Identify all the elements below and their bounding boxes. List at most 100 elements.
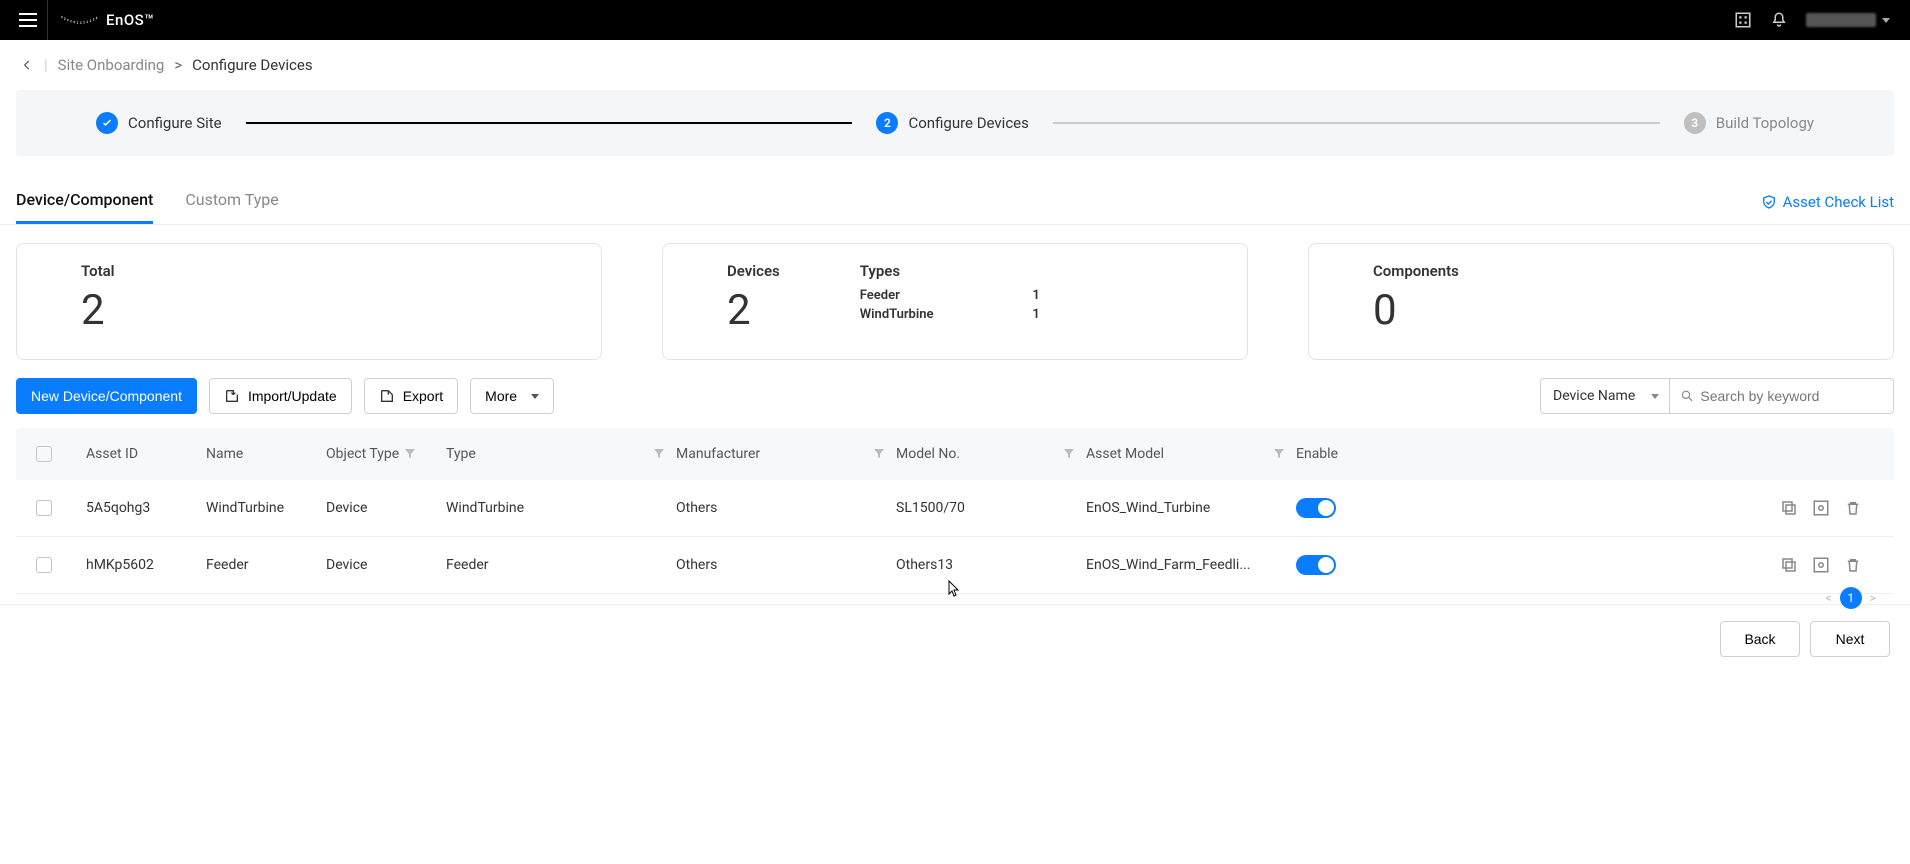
table-row: 5A5qohg3 WindTurbine Device WindTurbine … bbox=[16, 480, 1894, 537]
import-button[interactable]: Import/Update bbox=[209, 378, 352, 414]
step-configure-site[interactable]: Configure Site bbox=[96, 112, 222, 134]
breadcrumb-current: Configure Devices bbox=[192, 56, 312, 74]
button-label: Export bbox=[403, 388, 443, 404]
view-icon[interactable] bbox=[1812, 499, 1830, 517]
copy-icon[interactable] bbox=[1780, 499, 1798, 517]
cell-model-no: SL1500/70 bbox=[896, 500, 1086, 516]
search-input[interactable] bbox=[1700, 388, 1883, 404]
type-name: Feeder bbox=[860, 288, 900, 303]
page-prev-icon[interactable]: < bbox=[1826, 591, 1832, 605]
filter-icon[interactable] bbox=[874, 449, 884, 459]
stat-total-card: Total 2 bbox=[16, 243, 602, 360]
type-count: 1 bbox=[1032, 307, 1039, 322]
asset-check-label: Asset Check List bbox=[1783, 193, 1894, 211]
chevron-right-icon: > bbox=[174, 56, 182, 74]
filter-icon[interactable] bbox=[1064, 449, 1074, 459]
search-box[interactable] bbox=[1670, 378, 1894, 414]
enable-toggle[interactable] bbox=[1296, 498, 1336, 518]
chevron-down-icon bbox=[531, 394, 539, 399]
footer-bar: < 1 > Back Next bbox=[0, 604, 1910, 673]
cell-object-type: Device bbox=[326, 557, 446, 573]
stat-devices-card: Devices 2 Types Feeder 1 WindTurbine 1 bbox=[662, 243, 1248, 360]
app-grid-icon[interactable] bbox=[1734, 11, 1752, 29]
delete-icon[interactable] bbox=[1844, 499, 1862, 517]
menu-button[interactable] bbox=[8, 0, 48, 40]
topbar-left: EnOS™ bbox=[8, 0, 154, 40]
col-asset-id[interactable]: Asset ID bbox=[86, 446, 206, 462]
button-label: More bbox=[485, 388, 517, 404]
cell-name: WindTurbine bbox=[206, 500, 326, 516]
cell-type: WindTurbine bbox=[446, 500, 676, 516]
back-button[interactable]: Back bbox=[1720, 621, 1800, 657]
type-name: WindTurbine bbox=[860, 307, 934, 322]
breadcrumb-parent[interactable]: Site Onboarding bbox=[58, 56, 165, 74]
search-icon bbox=[1680, 388, 1694, 404]
cell-asset-model: EnOS_Wind_Turbine bbox=[1086, 500, 1296, 516]
cell-manufacturer: Others bbox=[676, 557, 896, 573]
type-row: WindTurbine 1 bbox=[860, 305, 1040, 324]
button-label: Next bbox=[1836, 631, 1865, 647]
page-next-icon[interactable]: > bbox=[1870, 591, 1876, 605]
logo-swoosh-icon bbox=[60, 13, 100, 27]
type-row: Feeder 1 bbox=[860, 286, 1040, 305]
tab-custom-type[interactable]: Custom Type bbox=[185, 180, 278, 224]
bell-icon[interactable] bbox=[1770, 11, 1788, 29]
types-heading: Types bbox=[860, 262, 1040, 280]
page-number[interactable]: 1 bbox=[1840, 587, 1862, 609]
select-all-checkbox[interactable] bbox=[36, 446, 52, 462]
export-button[interactable]: Export bbox=[364, 378, 458, 414]
col-enable[interactable]: Enable bbox=[1296, 446, 1416, 462]
button-label: Back bbox=[1744, 631, 1775, 647]
search-field-select[interactable]: Device Name bbox=[1540, 378, 1670, 414]
col-manufacturer[interactable]: Manufacturer bbox=[676, 446, 896, 462]
tabs-row: Device/Component Custom Type Asset Check… bbox=[0, 180, 1910, 225]
enable-toggle[interactable] bbox=[1296, 555, 1336, 575]
row-checkbox[interactable] bbox=[36, 500, 52, 516]
types-block: Types Feeder 1 WindTurbine 1 bbox=[860, 262, 1040, 324]
col-type[interactable]: Type bbox=[446, 446, 676, 462]
col-name[interactable]: Name bbox=[206, 446, 326, 462]
asset-check-list-link[interactable]: Asset Check List bbox=[1761, 193, 1894, 211]
import-icon bbox=[224, 388, 240, 404]
brand-logo[interactable]: EnOS™ bbox=[60, 11, 154, 29]
filter-icon[interactable] bbox=[405, 449, 415, 459]
check-circle-icon bbox=[96, 112, 118, 134]
brand-text: EnOS™ bbox=[106, 11, 154, 29]
tabs: Device/Component Custom Type bbox=[16, 180, 279, 224]
view-icon[interactable] bbox=[1812, 556, 1830, 574]
shield-check-icon bbox=[1761, 194, 1777, 210]
chevron-down-icon bbox=[1882, 18, 1890, 23]
new-device-button[interactable]: New Device/Component bbox=[16, 378, 197, 414]
breadcrumb: | Site Onboarding > Configure Devices bbox=[0, 40, 1910, 90]
step-label: Build Topology bbox=[1716, 114, 1814, 132]
col-object-type[interactable]: Object Type bbox=[326, 446, 446, 462]
step-build-topology[interactable]: 3 Build Topology bbox=[1684, 112, 1814, 134]
filter-icon[interactable] bbox=[1274, 449, 1284, 459]
copy-icon[interactable] bbox=[1780, 556, 1798, 574]
tab-device-component[interactable]: Device/Component bbox=[16, 180, 153, 224]
page-body: | Site Onboarding > Configure Devices Co… bbox=[0, 40, 1910, 673]
next-button[interactable]: Next bbox=[1810, 621, 1890, 657]
pagination: < 1 > bbox=[1826, 587, 1876, 609]
topbar: EnOS™ bbox=[0, 0, 1910, 40]
stat-value: 2 bbox=[81, 286, 537, 335]
user-menu[interactable] bbox=[1806, 13, 1890, 27]
step-number: 2 bbox=[876, 112, 898, 134]
step-configure-devices[interactable]: 2 Configure Devices bbox=[876, 112, 1028, 134]
filter-icon[interactable] bbox=[654, 449, 664, 459]
col-model-no[interactable]: Model No. bbox=[896, 446, 1086, 462]
topbar-right bbox=[1734, 11, 1902, 29]
more-button[interactable]: More bbox=[470, 378, 554, 414]
delete-icon[interactable] bbox=[1844, 556, 1862, 574]
stat-value: 2 bbox=[727, 286, 780, 335]
cell-manufacturer: Others bbox=[676, 500, 896, 516]
row-checkbox[interactable] bbox=[36, 557, 52, 573]
stat-label: Total bbox=[81, 262, 537, 280]
steps-bar: Configure Site 2 Configure Devices 3 Bui… bbox=[16, 90, 1894, 156]
type-count: 1 bbox=[1032, 288, 1039, 303]
cell-type: Feeder bbox=[446, 557, 676, 573]
back-icon[interactable] bbox=[20, 58, 34, 72]
table-header: Asset ID Name Object Type Type Manufactu… bbox=[16, 428, 1894, 480]
col-asset-model[interactable]: Asset Model bbox=[1086, 446, 1296, 462]
step-label: Configure Site bbox=[128, 114, 222, 132]
